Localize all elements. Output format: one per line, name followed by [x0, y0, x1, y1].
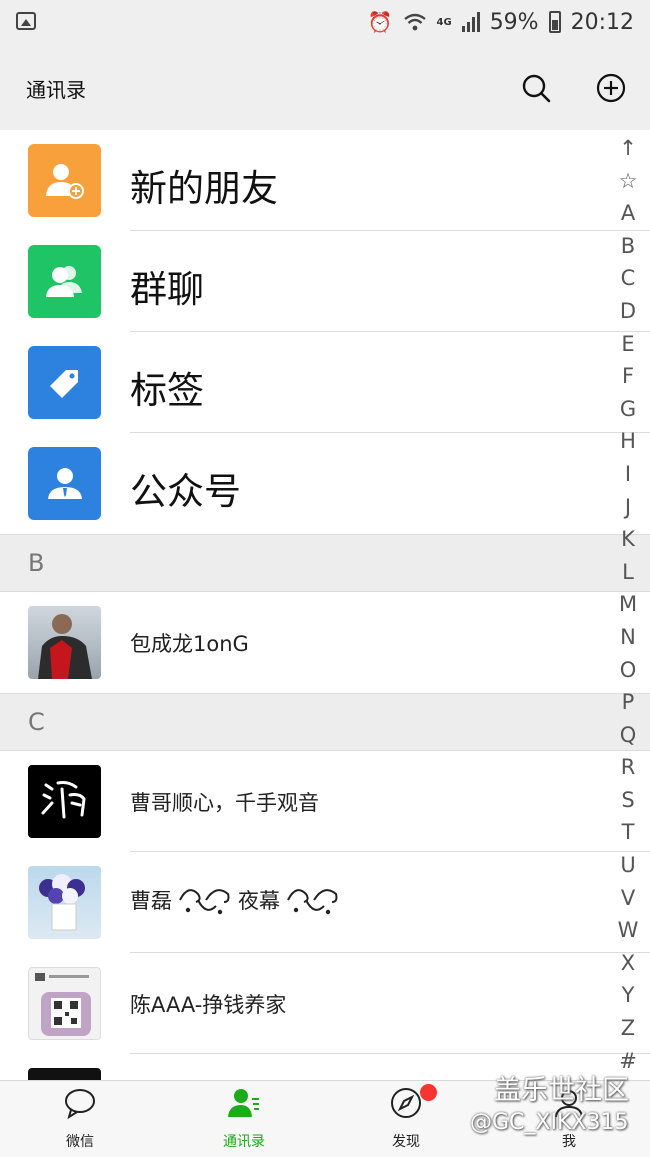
list-item[interactable]: 陈AAA-挣钱养家 [0, 953, 650, 1054]
index-letter[interactable]: A [621, 197, 635, 230]
chat-icon [65, 1089, 95, 1119]
index-letter[interactable]: C [621, 262, 636, 295]
tab-discover[interactable]: 发现 [346, 1081, 466, 1157]
index-letter[interactable]: S [621, 784, 634, 817]
page-title: 通讯录 [26, 78, 86, 102]
new-friends-item[interactable]: 新的朋友 [0, 130, 650, 231]
clock: 20:12 [570, 9, 634, 35]
index-letter[interactable]: N [620, 621, 636, 654]
index-letter[interactable]: W [618, 914, 639, 947]
index-letter[interactable]: H [620, 425, 636, 458]
search-icon[interactable] [520, 72, 552, 104]
index-letter[interactable]: Q [620, 719, 637, 752]
new-friends-label: 新的朋友 [130, 167, 278, 210]
avatar [28, 967, 101, 1040]
group-chats-label: 群聊 [130, 268, 204, 311]
group-icon [28, 245, 101, 318]
tags-label: 标签 [130, 369, 204, 412]
add-friend-icon [28, 144, 101, 217]
index-letter[interactable]: K [621, 523, 635, 556]
contact-name: 包成龙1onG [130, 632, 249, 656]
contact-name: 曹哥顺心，千手观音 [130, 791, 319, 815]
tab-label: 微信 [66, 1134, 94, 1150]
list-item[interactable]: 曹磊 夜幕 [0, 852, 650, 953]
index-letter[interactable]: E [621, 328, 634, 361]
gallery-notification-icon [16, 12, 36, 30]
watermark-handle: @GC_XIKX315 [470, 1110, 629, 1135]
network-type: 4G [436, 16, 452, 28]
wifi-icon [403, 13, 426, 31]
index-letter[interactable]: R [621, 751, 636, 784]
alarm-icon: ⏰ [367, 10, 393, 34]
index-letter[interactable]: ↑ [619, 132, 637, 165]
add-icon[interactable] [595, 72, 627, 104]
index-letter[interactable]: M [619, 588, 637, 621]
index-letter[interactable]: B [621, 230, 635, 263]
contact-list: 新的朋友 群聊 标签 公众号 B 包成龙1onG C 曹哥顺心，千手观音 曹磊 … [0, 130, 650, 1155]
index-letter[interactable]: Z [621, 1012, 635, 1045]
tab-contacts[interactable]: 通讯录 [184, 1081, 304, 1157]
index-letter[interactable]: X [621, 947, 635, 980]
index-letter[interactable]: U [620, 849, 635, 882]
official-accounts-item[interactable]: 公众号 [0, 433, 650, 534]
app-header: 通讯录 [0, 44, 650, 130]
contact-name-part: 夜幕 [238, 889, 280, 913]
list-item[interactable]: 曹哥顺心，千手观音 [0, 751, 650, 852]
swirl-ornament-icon [179, 889, 230, 915]
index-letter[interactable]: ☆ [619, 165, 638, 198]
battery-icon [548, 11, 561, 33]
official-accounts-label: 公众号 [130, 470, 241, 513]
compass-icon [391, 1088, 421, 1118]
signal-icon [461, 12, 480, 32]
index-letter[interactable]: D [620, 295, 636, 328]
list-item[interactable]: 包成龙1onG [0, 592, 650, 693]
index-letter[interactable]: T [622, 816, 635, 849]
swirl-ornament-icon [287, 889, 338, 915]
notification-dot [420, 1084, 437, 1101]
tab-label: 发现 [392, 1134, 420, 1150]
section-header-b: B [0, 534, 650, 592]
tags-item[interactable]: 标签 [0, 332, 650, 433]
index-letter[interactable]: F [622, 360, 634, 393]
group-chats-item[interactable]: 群聊 [0, 231, 650, 332]
avatar [28, 606, 101, 679]
contact-name: 曹磊 夜幕 [130, 880, 342, 920]
contact-name-part: 曹磊 [130, 889, 172, 913]
index-letter[interactable]: G [620, 393, 636, 426]
avatar [28, 765, 101, 838]
index-letter[interactable]: V [621, 882, 635, 915]
index-letter[interactable]: P [622, 686, 635, 719]
tag-icon [28, 346, 101, 419]
status-bar: ⏰ 4G 59% 20:12 [0, 0, 650, 44]
watermark-title: 盖乐世社区 [494, 1075, 629, 1106]
contacts-icon [228, 1089, 259, 1117]
tab-label: 通讯录 [223, 1134, 265, 1150]
battery-percent: 59% [489, 9, 539, 35]
official-account-icon [28, 447, 101, 520]
tab-chats[interactable]: 微信 [20, 1081, 140, 1157]
index-letter[interactable]: J [625, 491, 631, 524]
alphabet-index[interactable]: ↑ ☆ A B C D E F G H I J K L M N O P Q R … [616, 132, 640, 1077]
index-letter[interactable]: O [620, 654, 637, 687]
avatar [28, 866, 101, 939]
section-letter: C [28, 708, 45, 736]
section-letter: B [28, 549, 45, 577]
contact-name: 陈AAA-挣钱养家 [130, 993, 287, 1017]
section-header-c: C [0, 693, 650, 751]
index-letter[interactable]: I [625, 458, 631, 491]
index-letter[interactable]: L [622, 556, 634, 589]
index-letter[interactable]: Y [622, 979, 635, 1012]
